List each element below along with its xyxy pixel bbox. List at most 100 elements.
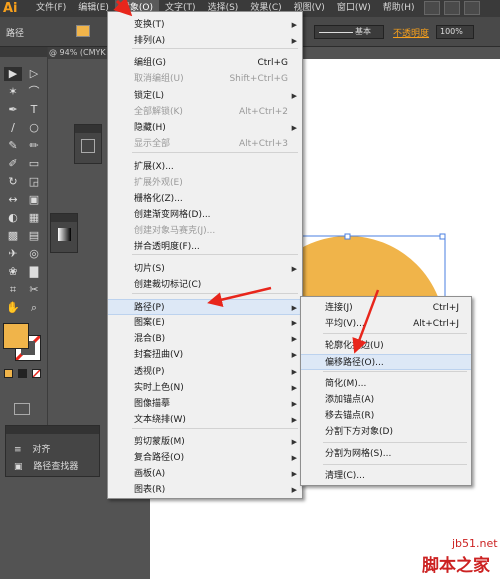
object-menu-item[interactable]: 文本绕排(W) ▶ bbox=[108, 412, 302, 428]
object-menu-item[interactable]: 实时上色(N) ▶ bbox=[108, 380, 302, 396]
submenu-arrow-icon: ▶ bbox=[291, 37, 297, 45]
line-icon[interactable]: ∕ bbox=[4, 121, 22, 135]
shape-builder-icon[interactable]: ◐ bbox=[4, 211, 22, 225]
blob-brush-icon[interactable]: ✐ bbox=[4, 157, 22, 171]
hand-icon[interactable]: ✋ bbox=[4, 301, 22, 315]
symbol-sprayer-icon[interactable]: ❀ bbox=[4, 265, 22, 279]
fill-color-box[interactable] bbox=[3, 323, 29, 349]
fill-swatch[interactable] bbox=[76, 25, 90, 37]
pen-icon[interactable]: ✒ bbox=[4, 103, 22, 117]
color-mode-icon[interactable] bbox=[4, 369, 13, 378]
object-menu-item[interactable]: 编组(G) Ctrl+G bbox=[108, 55, 302, 71]
path-menu-item[interactable]: 平均(V)... Alt+Ctrl+J bbox=[301, 316, 471, 332]
submenu-arrow-icon: ▶ bbox=[291, 416, 297, 424]
workspace-icon[interactable] bbox=[464, 1, 480, 15]
gradient-icon[interactable]: ▤ bbox=[25, 229, 43, 243]
bridge-icon[interactable] bbox=[424, 1, 440, 15]
object-menu-item[interactable]: 透视(P) ▶ bbox=[108, 364, 302, 380]
none-mode-icon[interactable] bbox=[32, 369, 41, 378]
object-menu-item[interactable]: 创建裁切标记(C) bbox=[108, 277, 302, 293]
path-menu-item[interactable]: 分割下方对象(D) bbox=[301, 424, 471, 440]
rotate-icon[interactable]: ↻ bbox=[4, 175, 22, 189]
object-menu-item[interactable]: 图表(R) ▶ bbox=[108, 482, 302, 498]
path-menu-item[interactable]: 连接(J) Ctrl+J bbox=[301, 300, 471, 316]
menu-item-label: 栅格化(Z)... bbox=[134, 194, 183, 204]
object-menu-item[interactable]: 隐藏(H) ▶ bbox=[108, 120, 302, 136]
zoom-icon[interactable]: ⌕ bbox=[25, 301, 43, 315]
gradient-panel-header[interactable] bbox=[51, 214, 77, 222]
column-graph-icon[interactable]: ▇ bbox=[25, 265, 43, 279]
path-menu-item[interactable]: 偏移路径(O)... bbox=[301, 354, 471, 370]
path-menu-item[interactable]: 添加锚点(A) bbox=[301, 392, 471, 408]
menu-item-label: 图像描摹 bbox=[134, 399, 171, 409]
pencil-icon[interactable]: ✏ bbox=[25, 139, 43, 153]
object-menu-item: 全部解锁(K) Alt+Ctrl+2 bbox=[108, 104, 302, 120]
object-menu-item[interactable]: 图像描摹 ▶ bbox=[108, 396, 302, 412]
arrange-icon[interactable] bbox=[444, 1, 460, 15]
width-icon[interactable]: ↔ bbox=[4, 193, 22, 207]
scale-icon[interactable]: ◲ bbox=[25, 175, 43, 189]
magic-wand-icon[interactable]: ✶ bbox=[4, 85, 22, 99]
lasso-icon[interactable]: ⌒ bbox=[25, 85, 43, 99]
menu-window[interactable]: 窗口(W) bbox=[331, 0, 377, 17]
tools-panel: ▶ ▷ ✶ ⌒ ✒ T ∕ ○ ✎ ✏ ✐ ▭ ↻ ◲ ↔ ▣ ◐ ▦ ▩ ▤ … bbox=[0, 47, 48, 452]
object-menu-item[interactable]: 图案(E) ▶ bbox=[108, 315, 302, 331]
tools-panel-header[interactable] bbox=[0, 47, 47, 57]
object-menu-item[interactable]: 混合(B) ▶ bbox=[108, 331, 302, 347]
object-menu-item[interactable]: 复合路径(O) ▶ bbox=[108, 450, 302, 466]
path-menu-item[interactable]: 清理(C)... bbox=[301, 468, 471, 484]
eraser-icon[interactable]: ▭ bbox=[25, 157, 43, 171]
ellipse-icon[interactable]: ○ bbox=[25, 121, 43, 135]
object-menu-item[interactable]: 栅格化(Z)... bbox=[108, 191, 302, 207]
blend-icon[interactable]: ◎ bbox=[25, 247, 43, 261]
object-menu-item: 扩展外观(E) bbox=[108, 175, 302, 191]
stroke-panel-header[interactable] bbox=[75, 125, 101, 133]
stroke-style-select[interactable]: 基本 bbox=[314, 25, 384, 39]
type-icon[interactable]: T bbox=[25, 103, 43, 117]
object-menu-item[interactable]: 画板(A) ▶ bbox=[108, 466, 302, 482]
direct-selection-icon[interactable]: ▷ bbox=[25, 67, 43, 81]
object-menu-item[interactable]: 拼合透明度(F)... bbox=[108, 239, 302, 255]
selection-tool-icon[interactable]: ▶ bbox=[4, 67, 22, 81]
mesh-icon[interactable]: ▩ bbox=[4, 229, 22, 243]
opacity-label[interactable]: 不透明度 bbox=[393, 26, 429, 39]
pathfinder-panel-row[interactable]: ▣ 路径查找器 bbox=[14, 459, 78, 472]
free-transform-icon[interactable]: ▣ bbox=[25, 193, 43, 207]
menu-item-label: 轮廓化描边(U) bbox=[325, 341, 384, 351]
opacity-input[interactable]: 100% bbox=[436, 25, 474, 39]
menu-item-label: 显示全部 bbox=[134, 139, 171, 149]
align-panel-row[interactable]: ≡ 对齐 bbox=[14, 442, 50, 455]
object-menu-item[interactable]: 锁定(L) ▶ bbox=[108, 88, 302, 104]
menu-item-label: 创建裁切标记(C) bbox=[134, 280, 202, 290]
stroke-panel-icon[interactable] bbox=[81, 139, 95, 153]
menu-help[interactable]: 帮助(H) bbox=[377, 0, 421, 17]
slice-icon[interactable]: ✂ bbox=[25, 283, 43, 297]
menu-item-label: 路径(P) bbox=[134, 303, 165, 313]
gradient-panel-icon[interactable] bbox=[58, 228, 71, 241]
menu-item-label: 混合(B) bbox=[134, 334, 166, 344]
menu-item-label: 分割下方对象(D) bbox=[325, 427, 393, 437]
submenu-arrow-icon: ▶ bbox=[291, 486, 297, 494]
path-menu-item[interactable]: 移去锚点(R) bbox=[301, 408, 471, 424]
artboard-tool-icon[interactable]: ⌗ bbox=[4, 283, 22, 297]
pathfinder-panel-header[interactable] bbox=[6, 426, 99, 434]
object-menu-item[interactable]: 扩展(X)... bbox=[108, 159, 302, 175]
paintbrush-icon[interactable]: ✎ bbox=[4, 139, 22, 153]
object-menu-item[interactable]: 创建渐变网格(D)... bbox=[108, 207, 302, 223]
menu-separator bbox=[323, 371, 467, 372]
path-menu-item[interactable]: 轮廓化描边(U) bbox=[301, 338, 471, 354]
path-menu-item[interactable]: 简化(M)... bbox=[301, 376, 471, 392]
screen-mode-icon[interactable] bbox=[14, 403, 30, 415]
eyedropper-icon[interactable]: ✈ bbox=[4, 247, 22, 261]
menu-file[interactable]: 文件(F) bbox=[30, 0, 72, 17]
gradient-mode-icon[interactable] bbox=[18, 369, 27, 378]
object-menu-item[interactable]: 变换(T) ▶ bbox=[108, 17, 302, 33]
perspective-icon[interactable]: ▦ bbox=[25, 211, 43, 225]
object-menu-item[interactable]: 剪切蒙版(M) ▶ bbox=[108, 434, 302, 450]
object-menu-item[interactable]: 路径(P) ▶ bbox=[108, 299, 302, 315]
object-menu-item[interactable]: 切片(S) ▶ bbox=[108, 261, 302, 277]
menu-item-label: 实时上色(N) bbox=[134, 383, 184, 393]
object-menu-item[interactable]: 排列(A) ▶ bbox=[108, 33, 302, 49]
object-menu-item[interactable]: 封套扭曲(V) ▶ bbox=[108, 347, 302, 363]
path-menu-item[interactable]: 分割为网格(S)... bbox=[301, 446, 471, 462]
